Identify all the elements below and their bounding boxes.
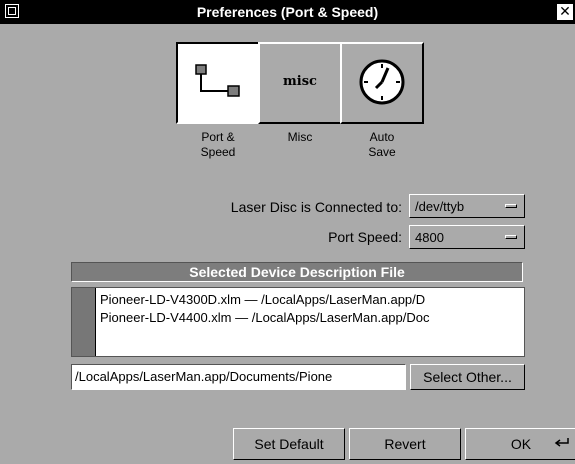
tab-port-speed-label: Port & Speed xyxy=(200,130,236,159)
device-file-header: Selected Device Description File xyxy=(71,262,523,282)
select-other-button[interactable]: Select Other... xyxy=(410,364,525,390)
popup-arrow-icon xyxy=(505,235,517,239)
port-speed-icon xyxy=(195,64,240,97)
set-default-button[interactable]: Set Default xyxy=(233,428,345,460)
close-icon: ✕ xyxy=(559,4,571,20)
close-button[interactable]: ✕ xyxy=(557,4,573,20)
misc-button[interactable]: misc xyxy=(258,42,342,124)
misc-icon: misc xyxy=(283,74,317,89)
list-item[interactable]: Pioneer-LD-V4400.xlm — /LocalApps/LaserM… xyxy=(98,309,524,327)
port-speed-button[interactable] xyxy=(176,42,260,124)
window-titlebar[interactable]: Preferences (Port & Speed) ✕ xyxy=(0,0,575,24)
device-file-list[interactable]: Pioneer-LD-V4300D.xlm — /LocalApps/Laser… xyxy=(71,287,525,357)
ok-button[interactable]: OK xyxy=(465,428,575,460)
list-scrollbar[interactable] xyxy=(72,288,96,356)
popup-arrow-icon xyxy=(505,204,517,208)
port-speed-label: Port Speed: xyxy=(328,229,402,245)
window-title: Preferences (Port & Speed) xyxy=(196,4,379,20)
ok-label: OK xyxy=(510,436,532,452)
tab-misc-label: Misc xyxy=(287,130,313,144)
connected-to-popup[interactable]: /dev/ttyb xyxy=(409,194,525,218)
revert-button[interactable]: Revert xyxy=(349,428,461,460)
list-item[interactable]: Pioneer-LD-V4300D.xlm — /LocalApps/Laser… xyxy=(98,291,524,309)
device-path-field[interactable]: /LocalApps/LaserMan.app/Documents/Pione xyxy=(71,364,406,390)
port-speed-value: 4800 xyxy=(415,230,444,245)
connected-to-label: Laser Disc is Connected to: xyxy=(230,199,402,215)
connected-to-value: /dev/ttyb xyxy=(415,199,465,214)
clock-icon xyxy=(359,59,405,105)
auto-save-button[interactable] xyxy=(340,42,424,124)
return-icon xyxy=(554,438,569,447)
tab-auto-save-label: Auto Save xyxy=(368,130,396,159)
port-speed-popup[interactable]: 4800 xyxy=(409,225,525,249)
